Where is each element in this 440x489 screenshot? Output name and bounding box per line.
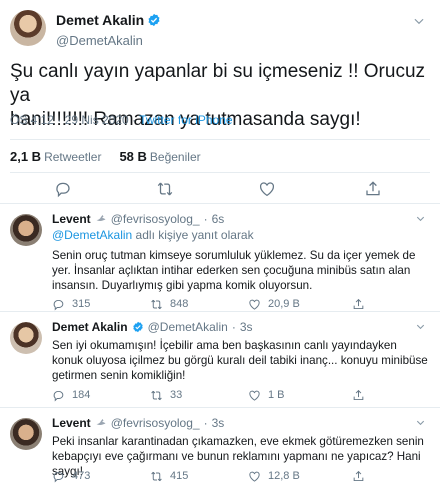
dove-icon	[96, 215, 106, 221]
share-icon	[353, 298, 364, 309]
tweet-source-link[interactable]: Twitter for iPhone	[139, 113, 232, 127]
reply-button[interactable]: 473	[52, 469, 90, 483]
share-button[interactable]	[352, 297, 365, 311]
reply-author-name[interactable]: Levent	[52, 416, 91, 430]
reply-icon	[53, 390, 64, 402]
separator-dot: ·	[203, 212, 208, 226]
reply-actions: 184 33 1 B	[52, 388, 432, 402]
retweet-count: 415	[170, 470, 189, 482]
reply-header: Levent @fevrisosyolog_ · 6s	[52, 212, 224, 226]
retweet-icon	[151, 390, 162, 400]
retweets-label: Retweetler	[44, 150, 102, 164]
retweet-button[interactable]: 848	[150, 297, 188, 311]
share-icon[interactable]	[364, 180, 382, 198]
reply-header: Demet Akalin @DemetAkalin · 3s	[52, 320, 253, 334]
reply-text: Sen iyi okumamışın! İçebilir ama ben baş…	[52, 339, 428, 382]
like-count: 20,9 B	[268, 298, 300, 310]
reply-tweet[interactable]: Demet Akalin @DemetAkalin · 3s Sen iyi o…	[0, 312, 440, 408]
reply-actions: 315 848 20,9 B	[52, 297, 432, 311]
reply-button[interactable]: 184	[52, 388, 90, 402]
heart-icon	[249, 299, 260, 310]
reply-count: 473	[72, 470, 91, 482]
author-name[interactable]: Demet Akalin	[56, 12, 144, 28]
share-button[interactable]	[352, 388, 365, 402]
heart-icon	[249, 471, 260, 482]
reply-author-name[interactable]: Levent	[52, 212, 91, 226]
chevron-down-icon[interactable]	[415, 213, 426, 224]
reply-timestamp[interactable]: 3s	[212, 416, 225, 430]
retweet-count: 33	[170, 389, 183, 401]
retweet-count: 848	[170, 298, 189, 310]
reply-icon[interactable]	[54, 180, 72, 198]
reply-text: Senin oruç tutman kimseye sorumluluk yük…	[52, 249, 416, 292]
author-name-link[interactable]: Demet Akalin	[56, 12, 161, 28]
heart-icon[interactable]	[258, 180, 276, 198]
author-handle[interactable]: @DemetAkalin	[56, 33, 161, 48]
separator-dot: ·	[203, 416, 208, 430]
reply-button[interactable]: 315	[52, 297, 90, 311]
reply-author-name[interactable]: Demet Akalin	[52, 320, 128, 334]
verified-badge-icon	[132, 321, 143, 333]
retweets-stat[interactable]: 2,1 B Retweetler	[10, 149, 101, 164]
likes-stat[interactable]: 58 B Beğeniler	[119, 149, 200, 164]
retweet-icon	[151, 471, 162, 481]
main-tweet: Demet Akalin @DemetAkalin Şu canlı yayın…	[0, 0, 440, 204]
divider	[10, 172, 430, 173]
like-count: 12,8 B	[268, 470, 300, 482]
chevron-down-icon[interactable]	[415, 321, 426, 332]
reply-icon	[53, 299, 64, 311]
like-count: 1 B	[268, 389, 285, 401]
avatar[interactable]	[10, 418, 42, 450]
retweet-icon	[151, 299, 162, 309]
reply-timestamp[interactable]: 6s	[212, 212, 225, 226]
share-icon	[353, 470, 364, 481]
tweet-stats: 2,1 B Retweetler 58 B Beğeniler	[10, 149, 201, 164]
chevron-down-icon[interactable]	[412, 14, 426, 28]
reply-tweet[interactable]: Levent @fevrisosyolog_ · 6s @DemetAkalin…	[0, 204, 440, 312]
replying-to: @DemetAkalin adlı kişiye yanıt olarak	[52, 228, 254, 242]
like-button[interactable]: 1 B	[248, 388, 285, 402]
divider	[10, 139, 430, 140]
tweet-timestamp[interactable]: ÖS 4:12 · 29 Nis 2020 ·	[10, 113, 139, 127]
reply-timestamp[interactable]: 3s	[240, 320, 253, 334]
author-block: Demet Akalin @DemetAkalin	[56, 12, 161, 48]
retweet-button[interactable]: 33	[150, 388, 182, 402]
reply-count: 315	[72, 298, 91, 310]
tweet-meta: ÖS 4:12 · 29 Nis 2020 · Twitter for iPho…	[10, 113, 233, 127]
heart-icon	[249, 390, 260, 401]
reply-author-handle[interactable]: @fevrisosyolog_	[111, 212, 200, 226]
reply-icon	[53, 471, 64, 483]
reply-author-handle[interactable]: @fevrisosyolog_	[111, 416, 200, 430]
like-button[interactable]: 20,9 B	[248, 297, 300, 311]
reply-author-handle[interactable]: @DemetAkalin	[148, 320, 228, 334]
retweets-count: 2,1 B	[10, 149, 42, 164]
replying-to-mention[interactable]: @DemetAkalin	[52, 228, 132, 242]
avatar[interactable]	[10, 10, 46, 46]
replying-to-label: adlı kişiye yanıt olarak	[132, 228, 254, 242]
reply-count: 184	[72, 389, 91, 401]
retweet-button[interactable]: 415	[150, 469, 188, 483]
share-icon	[353, 389, 364, 400]
dove-icon	[96, 419, 106, 425]
avatar[interactable]	[10, 322, 42, 354]
reply-tweet[interactable]: Levent @fevrisosyolog_ · 3s Peki insanla…	[0, 408, 440, 489]
reply-actions: 473 415 12,8 B	[52, 469, 432, 483]
avatar[interactable]	[10, 214, 42, 246]
likes-label: Beğeniler	[149, 150, 201, 164]
tweet-actions	[0, 180, 440, 200]
share-button[interactable]	[352, 469, 365, 483]
retweet-icon[interactable]	[156, 180, 174, 198]
separator-dot: ·	[231, 320, 236, 334]
like-button[interactable]: 12,8 B	[248, 469, 300, 483]
chevron-down-icon[interactable]	[415, 417, 426, 428]
verified-badge-icon	[148, 13, 160, 27]
reply-header: Levent @fevrisosyolog_ · 3s	[52, 416, 224, 430]
likes-count: 58 B	[119, 149, 147, 164]
